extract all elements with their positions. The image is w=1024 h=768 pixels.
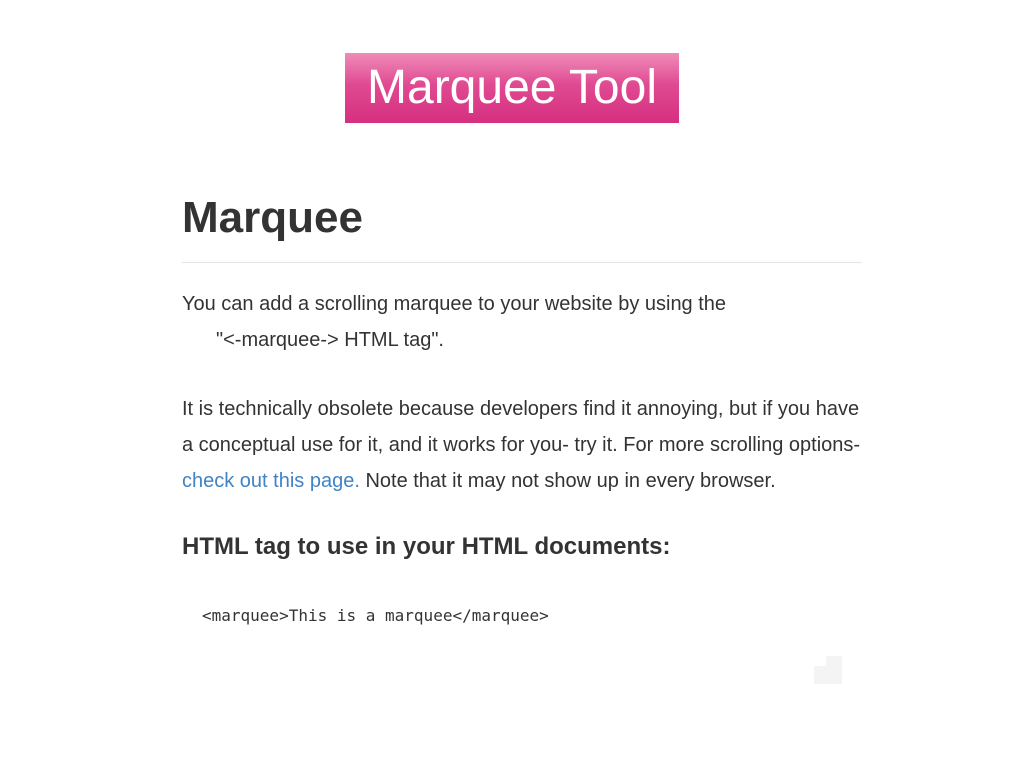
article-content: Marquee You can add a scrolling marquee … bbox=[182, 190, 862, 627]
title-banner: Marquee Tool bbox=[345, 53, 679, 123]
body-text-part-1: It is technically obsolete because devel… bbox=[182, 398, 861, 456]
section-subheading: HTML tag to use in your HTML documents: bbox=[182, 533, 671, 560]
intro-paragraph: You can add a scrolling marquee to your … bbox=[182, 286, 862, 358]
intro-line-2: "<-marquee-> HTML tag". bbox=[216, 329, 444, 351]
check-out-page-link[interactable]: check out this page. bbox=[182, 470, 360, 492]
corner-artifact bbox=[814, 656, 842, 684]
body-paragraph: It is technically obsolete because devel… bbox=[182, 391, 862, 499]
body-text-part-2: Note that it may not show up in every br… bbox=[359, 470, 776, 492]
slide: Marquee Tool Marquee You can add a scrol… bbox=[0, 0, 1024, 768]
intro-line-1: You can add a scrolling marquee to your … bbox=[182, 293, 727, 315]
article-heading: Marquee bbox=[182, 193, 363, 242]
heading-divider bbox=[182, 262, 862, 263]
code-sample: <marquee>This is a marquee</marquee> bbox=[202, 606, 549, 625]
banner-title: Marquee Tool bbox=[367, 61, 657, 114]
